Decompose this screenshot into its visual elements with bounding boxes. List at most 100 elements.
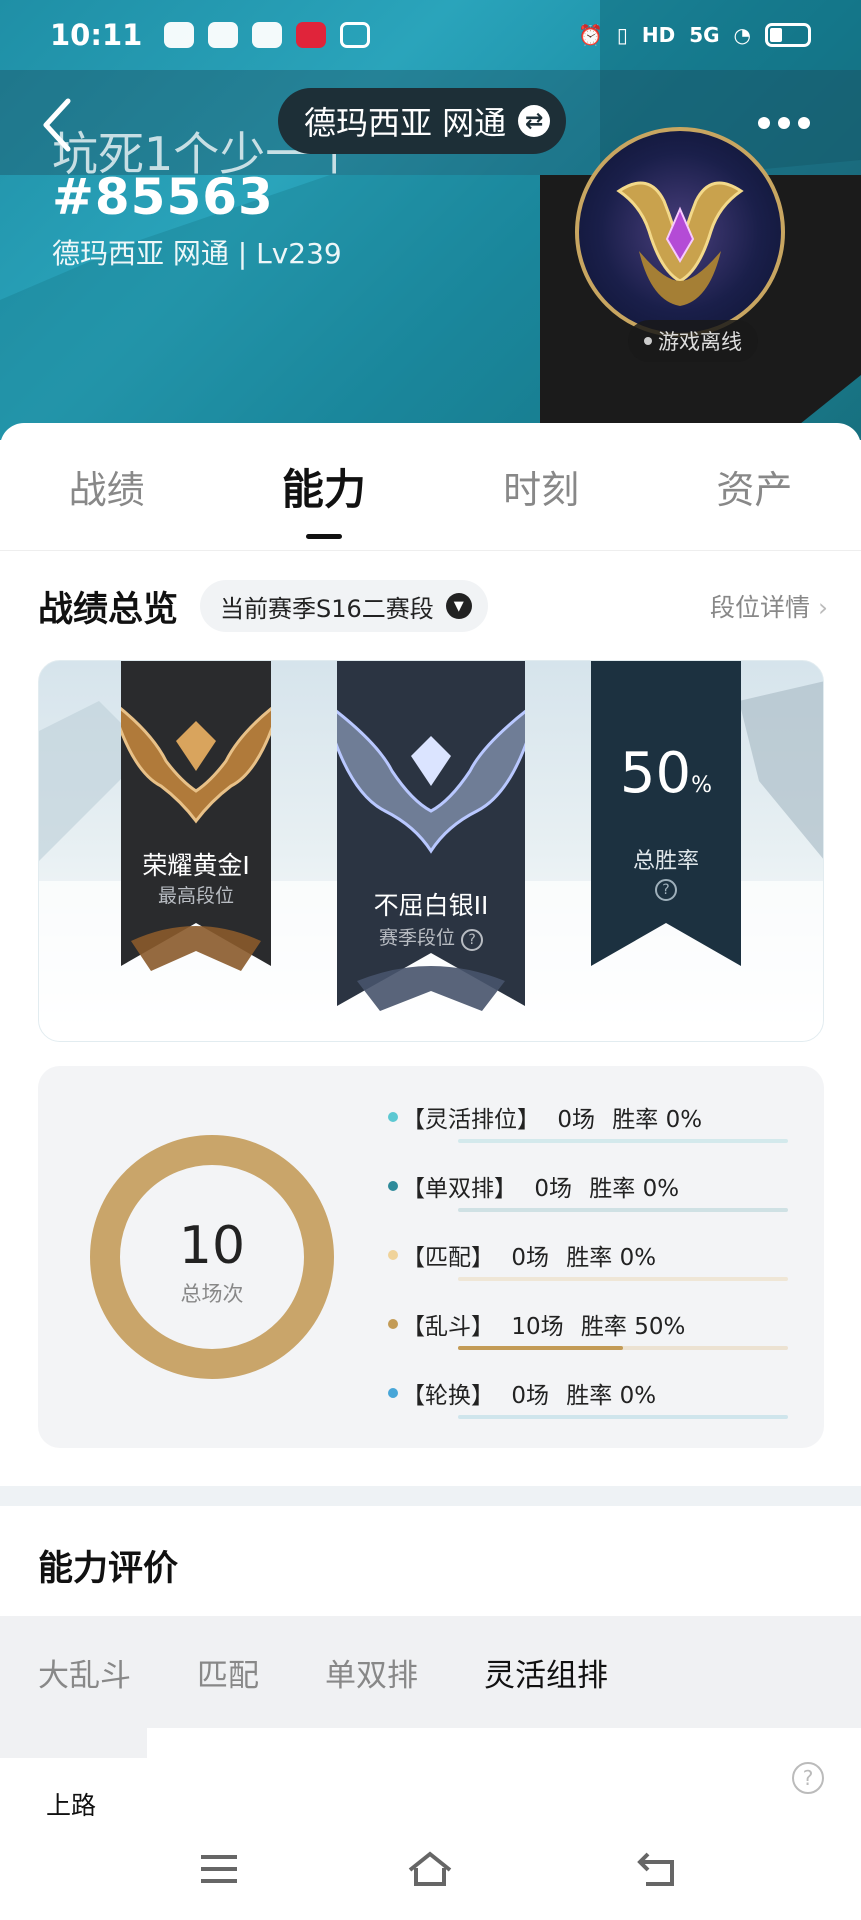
more-dots-icon[interactable] xyxy=(756,108,812,131)
mode-rate: 胜率 0% xyxy=(566,1383,657,1409)
lane-label[interactable]: 上路 xyxy=(46,1786,96,1822)
back-icon[interactable] xyxy=(634,1848,682,1890)
mode-rate-bar xyxy=(458,1415,788,1419)
system-status-icons: ⏰ ▯ HD 5G ◔ xyxy=(578,23,811,47)
season-rank-banner: 不屈白银II 赛季段位 ? xyxy=(337,661,525,1013)
help-icon[interactable]: ? xyxy=(792,1762,824,1794)
mode-stats-card: 10 总场次 【灵活排位】 0场 胜率 0% 【单双排】 0场 胜率 0% 【匹… xyxy=(38,1066,824,1448)
win-rate-unit: % xyxy=(691,773,713,798)
notification-icons xyxy=(164,22,371,48)
main-tabs: 战绩 能力 时刻 资产 xyxy=(0,423,861,551)
mode-games: 0场 xyxy=(534,1176,572,1202)
win-rate-value: 50 xyxy=(619,741,692,806)
mail-icon xyxy=(252,22,283,48)
mode-text: 【匹配】 0场 胜率 0% xyxy=(402,1238,656,1272)
mode-row-aram[interactable]: 【乱斗】 10场 胜率 50% xyxy=(388,1307,788,1376)
server-name: 德玛西亚 网通 xyxy=(304,104,507,142)
chevron-down-icon: ▼ xyxy=(445,593,472,619)
win-rate-banner: 50% 总胜率 ? xyxy=(591,661,741,981)
mode-rate-bar xyxy=(458,1208,788,1212)
mode-games: 0场 xyxy=(511,1383,549,1409)
mode-name: 【轮换】 xyxy=(402,1383,494,1409)
tab-normal[interactable]: 匹配 xyxy=(197,1650,259,1695)
mode-games: 0场 xyxy=(511,1245,549,1271)
tab-record[interactable]: 战绩 xyxy=(53,459,161,514)
wifi-icon: ◔ xyxy=(733,23,751,47)
mode-rate-bar xyxy=(458,1277,788,1281)
tab-ability[interactable]: 能力 xyxy=(266,456,382,539)
season-selector[interactable]: 当前赛季S16二赛段 ▼ xyxy=(200,580,488,632)
overview-title: 战绩总览 xyxy=(38,589,179,630)
mode-dot-icon xyxy=(388,1112,398,1122)
mode-list: 【灵活排位】 0场 胜率 0% 【单双排】 0场 胜率 0% 【匹配】 0场 胜… xyxy=(388,1100,788,1445)
mode-text: 【轮换】 0场 胜率 0% xyxy=(402,1376,656,1410)
tab-flex[interactable]: 灵活组排 xyxy=(484,1650,608,1695)
mode-rate-bar xyxy=(458,1139,788,1143)
tab-assets[interactable]: 资产 xyxy=(700,459,808,514)
season-rank-name: 不屈白银II xyxy=(373,891,489,920)
mode-games: 0场 xyxy=(557,1107,595,1133)
offline-dot-icon xyxy=(644,337,652,345)
crown-icon xyxy=(340,22,371,48)
mode-rate: 胜率 0% xyxy=(589,1176,680,1202)
player-server-level: 德玛西亚 网通 | Lv239 xyxy=(52,237,342,270)
total-games-value: 10 xyxy=(178,1216,246,1276)
player-tag: #85563 xyxy=(52,168,274,226)
highest-rank-banner: 荣耀黄金I 最高段位 xyxy=(121,661,271,971)
mode-name: 【单双排】 xyxy=(402,1176,517,1202)
battery-icon xyxy=(765,23,811,47)
season-selector-label: 当前赛季S16二赛段 xyxy=(220,594,434,623)
mode-name: 【灵活排位】 xyxy=(402,1107,540,1133)
crown-emblem-icon xyxy=(616,181,744,306)
mode-name: 【匹配】 xyxy=(402,1245,494,1271)
tab-moments[interactable]: 时刻 xyxy=(487,459,595,514)
tab-solo-duo[interactable]: 单双排 xyxy=(325,1650,418,1695)
back-arrow-icon[interactable] xyxy=(38,95,78,155)
ability-mode-tabs: 大乱斗 匹配 单双排 灵活组排 xyxy=(0,1616,861,1728)
mode-rate: 胜率 0% xyxy=(566,1245,657,1271)
mode-row-rotating[interactable]: 【轮换】 0场 胜率 0% xyxy=(388,1376,788,1445)
server-switch-button[interactable]: 德玛西亚 网通 ⇄ xyxy=(278,88,567,154)
rank-detail-label: 段位详情 xyxy=(710,593,811,622)
mode-row-flex[interactable]: 【灵活排位】 0场 胜率 0% xyxy=(388,1100,788,1169)
win-rate-help: ? xyxy=(591,879,741,901)
chevron-right-icon: › xyxy=(818,593,828,622)
help-icon[interactable]: ? xyxy=(655,879,677,901)
mode-name: 【乱斗】 xyxy=(402,1314,494,1340)
vibrate-icon: ▯ xyxy=(616,23,628,47)
signal-icon: 5G xyxy=(689,23,720,47)
season-rank-label-row: 赛季段位 ? xyxy=(337,923,525,951)
home-icon[interactable] xyxy=(406,1848,454,1890)
status-time: 10:11 xyxy=(50,18,143,52)
mode-rate: 胜率 0% xyxy=(612,1107,703,1133)
overview-header: 战绩总览 当前赛季S16二赛段 ▼ 段位详情 › xyxy=(38,580,828,632)
menu-icon[interactable] xyxy=(195,1848,243,1890)
mode-text: 【乱斗】 10场 胜率 50% xyxy=(402,1307,685,1341)
mode-row-normal[interactable]: 【匹配】 0场 胜率 0% xyxy=(388,1238,788,1307)
mode-dot-icon xyxy=(388,1319,398,1329)
mode-text: 【单双排】 0场 胜率 0% xyxy=(402,1169,679,1203)
tab-aram[interactable]: 大乱斗 xyxy=(38,1650,131,1695)
rank-card: 荣耀黄金I 最高段位 不屈白银II 赛季段位 ? 50% 总胜率 ? xyxy=(38,660,824,1042)
win-rate-value-row: 50% xyxy=(591,741,741,806)
alarm-icon: ⏰ xyxy=(577,23,603,47)
avatar[interactable] xyxy=(575,127,785,337)
hd-icon: HD xyxy=(641,23,676,47)
help-icon[interactable]: ? xyxy=(461,929,484,951)
red-app-icon xyxy=(296,22,327,48)
mode-rate-fill xyxy=(458,1346,623,1350)
status-badge-label: 游戏离线 xyxy=(658,330,742,354)
mode-games: 10场 xyxy=(511,1314,564,1340)
mode-dot-icon xyxy=(388,1250,398,1260)
app-notification-icon xyxy=(164,22,195,48)
total-games-label: 总场次 xyxy=(180,1282,244,1306)
highest-rank-label: 最高段位 xyxy=(157,885,234,907)
mode-dot-icon xyxy=(388,1181,398,1191)
section-divider xyxy=(0,1486,861,1506)
rank-detail-link[interactable]: 段位详情 › xyxy=(710,588,828,624)
season-rank-label: 赛季段位 xyxy=(378,927,455,949)
mode-row-solo[interactable]: 【单双排】 0场 胜率 0% xyxy=(388,1169,788,1238)
win-rate-label: 总胜率 xyxy=(632,849,699,874)
lane-tab-strip xyxy=(0,1728,147,1758)
swap-icon: ⇄ xyxy=(518,105,551,137)
